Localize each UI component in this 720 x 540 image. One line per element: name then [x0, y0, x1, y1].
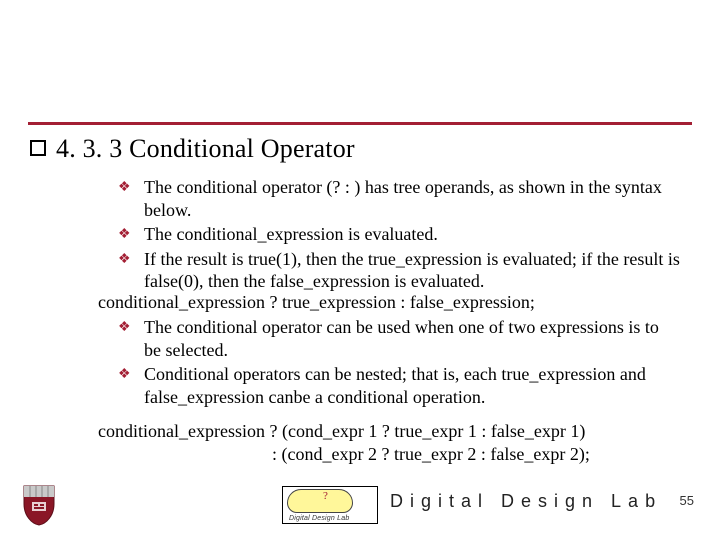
page-number: 55 — [680, 493, 694, 508]
logo-box: ? Digital Design Lab — [282, 486, 378, 524]
cloud-icon — [287, 489, 353, 513]
question-icon: ? — [323, 490, 328, 502]
header-rule — [28, 122, 692, 125]
slide-title: 4. 3. 3 Conditional Operator — [56, 134, 355, 164]
bullet-list-1: ❖ The conditional operator (? : ) has tr… — [118, 176, 680, 295]
bullet-text: If the result is true(1), then the true_… — [144, 248, 680, 293]
list-item: ❖ The conditional_expression is evaluate… — [118, 223, 680, 246]
footer-title: Digital Design Lab — [390, 491, 662, 512]
code-line: : (cond_expr 2 ? true_expr 2 : false_exp… — [98, 443, 590, 466]
syntax-line-2: conditional_expression ? (cond_expr 1 ? … — [98, 420, 590, 467]
shield-icon — [22, 484, 56, 526]
diamond-icon: ❖ — [118, 223, 134, 246]
list-item: ❖ The conditional operator can be used w… — [118, 316, 680, 361]
bullet-text: The conditional operator (? : ) has tree… — [144, 176, 680, 221]
title-row: 4. 3. 3 Conditional Operator — [30, 134, 355, 164]
diamond-icon: ❖ — [118, 363, 134, 408]
bullet-text: The conditional_expression is evaluated. — [144, 223, 680, 246]
list-item: ❖ Conditional operators can be nested; t… — [118, 363, 680, 408]
diamond-icon: ❖ — [118, 316, 134, 361]
diamond-icon: ❖ — [118, 248, 134, 293]
bullet-text: Conditional operators can be nested; tha… — [144, 363, 680, 408]
syntax-line-1: conditional_expression ? true_expression… — [98, 292, 535, 313]
logo-caption: Digital Design Lab — [289, 515, 349, 522]
checkbox-icon — [30, 140, 46, 156]
code-line: conditional_expression ? (cond_expr 1 ? … — [98, 420, 590, 443]
list-item: ❖ If the result is true(1), then the tru… — [118, 248, 680, 293]
list-item: ❖ The conditional operator (? : ) has tr… — [118, 176, 680, 221]
bullet-list-2: ❖ The conditional operator can be used w… — [118, 316, 680, 410]
bullet-text: The conditional operator can be used whe… — [144, 316, 680, 361]
footer: ? Digital Design Lab Digital Design Lab … — [0, 482, 720, 526]
diamond-icon: ❖ — [118, 176, 134, 221]
